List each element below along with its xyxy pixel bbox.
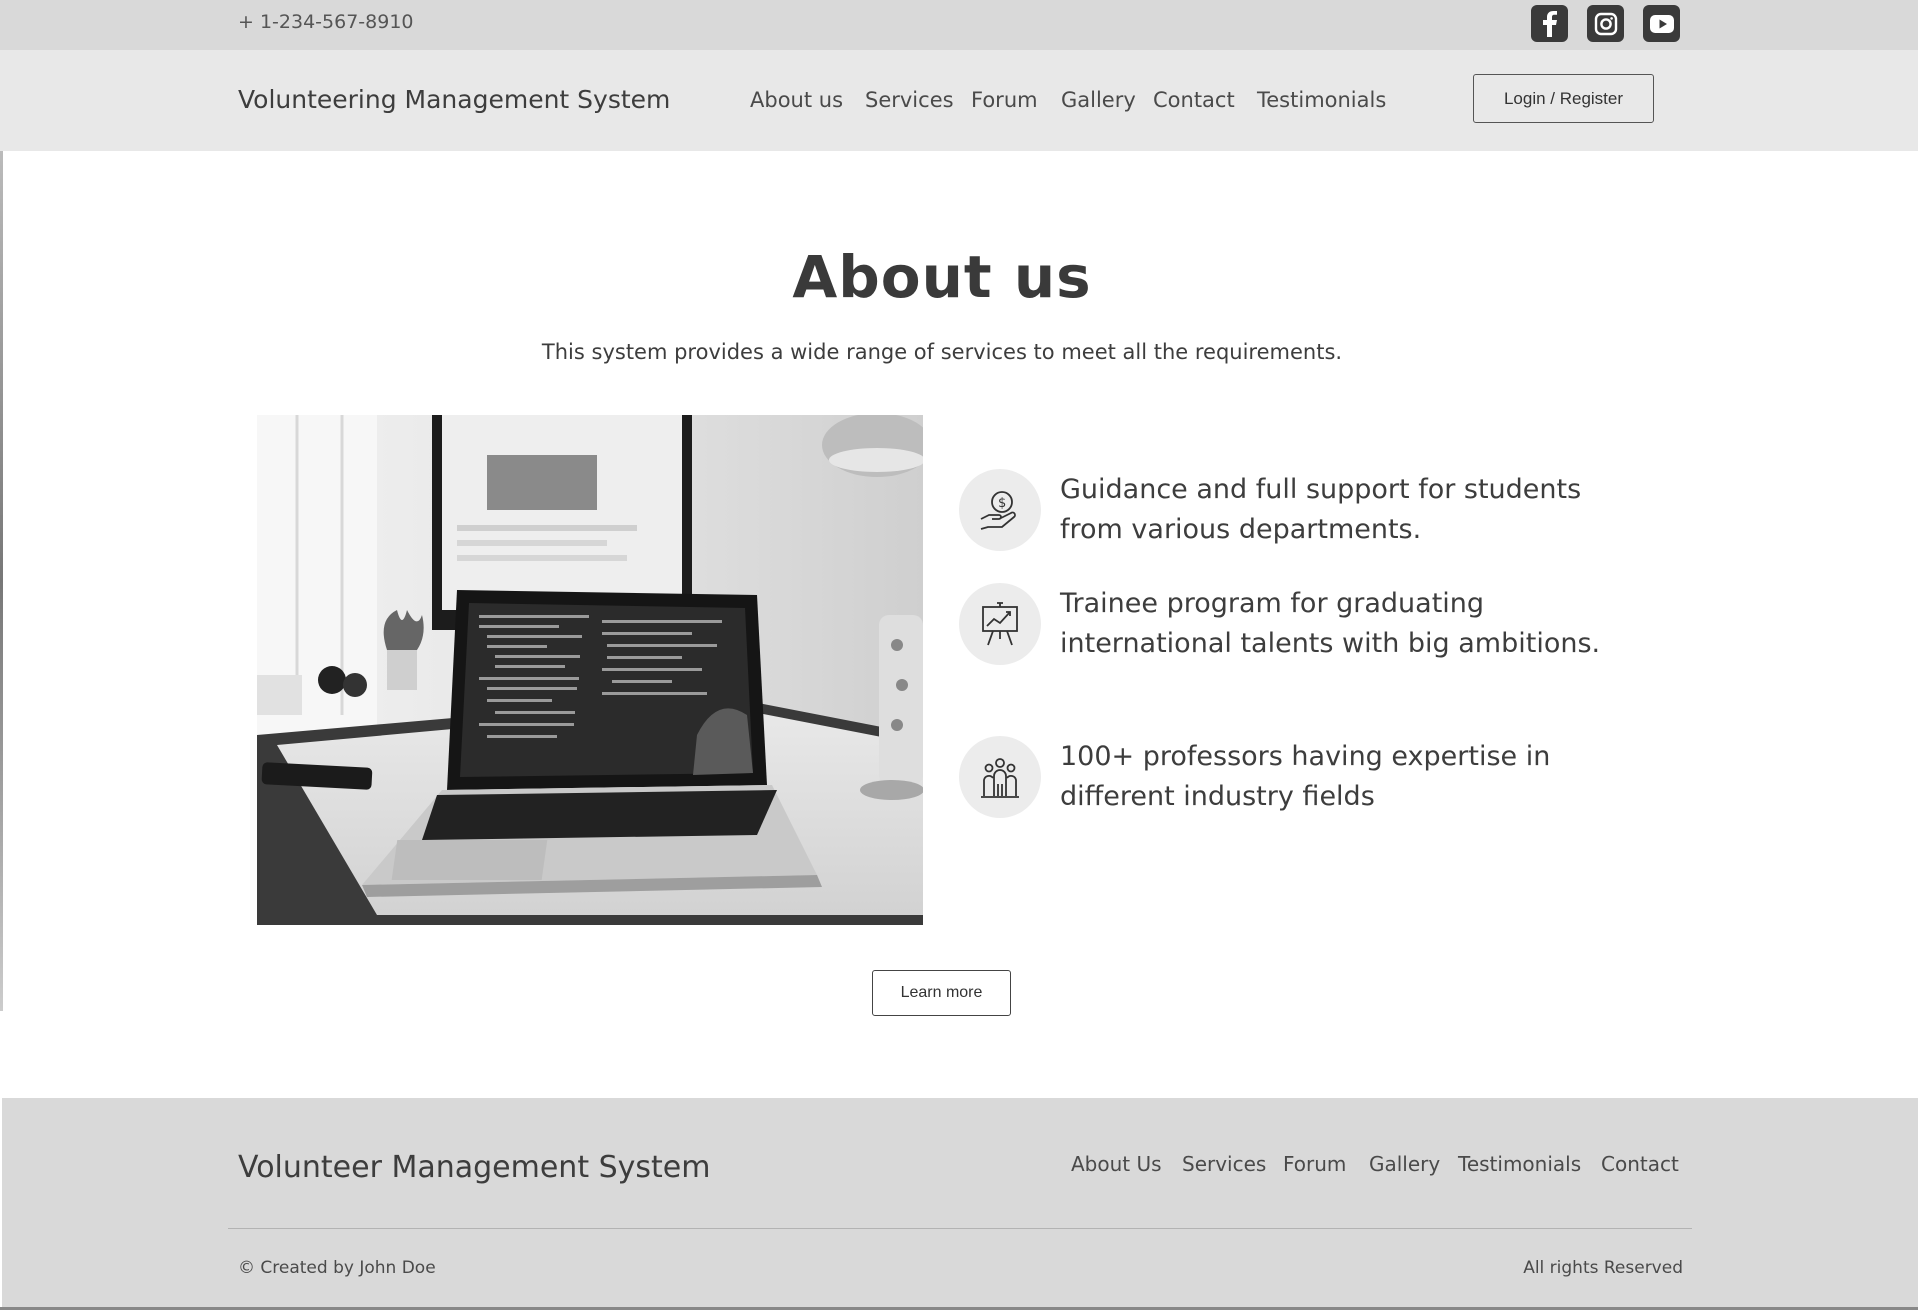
footer-link-services[interactable]: Services: [1182, 1152, 1266, 1176]
site-brand[interactable]: Volunteering Management System: [238, 85, 670, 114]
footer-brand: Volunteer Management System: [238, 1150, 711, 1185]
feature-text-trainee: Trainee program for graduating internati…: [1060, 588, 1601, 659]
footer-link-forum[interactable]: Forum: [1283, 1152, 1346, 1176]
laptop-desk-photo: [257, 415, 923, 925]
feature-text-professors: 100+ professors having expertise in diff…: [1060, 741, 1551, 812]
footer: Volunteer Management System About Us Ser…: [2, 1098, 1918, 1308]
instagram-icon[interactable]: [1587, 5, 1624, 42]
footer-link-contact[interactable]: Contact: [1601, 1152, 1679, 1176]
nav-about-us[interactable]: About us: [750, 88, 843, 112]
top-bar: + 1-234-567-8910: [0, 0, 1918, 50]
facebook-icon[interactable]: [1531, 5, 1568, 42]
footer-link-testimonials[interactable]: Testimonials: [1458, 1152, 1581, 1176]
presentation-chart-icon: [959, 583, 1041, 665]
nav-services[interactable]: Services: [865, 88, 954, 112]
youtube-icon[interactable]: [1643, 5, 1680, 42]
nav-testimonials[interactable]: Testimonials: [1257, 88, 1386, 112]
footer-link-about-us[interactable]: About Us: [1071, 1152, 1162, 1176]
footer-credit: © Created by John Doe: [238, 1258, 436, 1278]
main-navbar: Volunteering Management System About us …: [0, 50, 1918, 151]
feature-text-guidance: Guidance and full support for students f…: [1060, 474, 1582, 545]
nav-contact[interactable]: Contact: [1153, 88, 1235, 112]
footer-divider: [228, 1228, 1692, 1229]
about-title: About us: [792, 243, 1092, 311]
about-subtitle: This system provides a wide range of ser…: [541, 340, 1343, 364]
phone-number: + 1-234-567-8910: [238, 11, 414, 33]
nav-forum[interactable]: Forum: [971, 88, 1038, 112]
footer-link-gallery[interactable]: Gallery: [1369, 1152, 1440, 1176]
nav-gallery[interactable]: Gallery: [1061, 88, 1136, 112]
svg-text:$: $: [998, 496, 1006, 511]
hand-money-icon: $: [959, 469, 1041, 551]
login-register-button[interactable]: Login / Register: [1473, 74, 1654, 123]
learn-more-button[interactable]: Learn more: [872, 970, 1011, 1016]
footer-rights: All rights Reserved: [1523, 1258, 1683, 1278]
people-group-icon: [959, 736, 1041, 818]
